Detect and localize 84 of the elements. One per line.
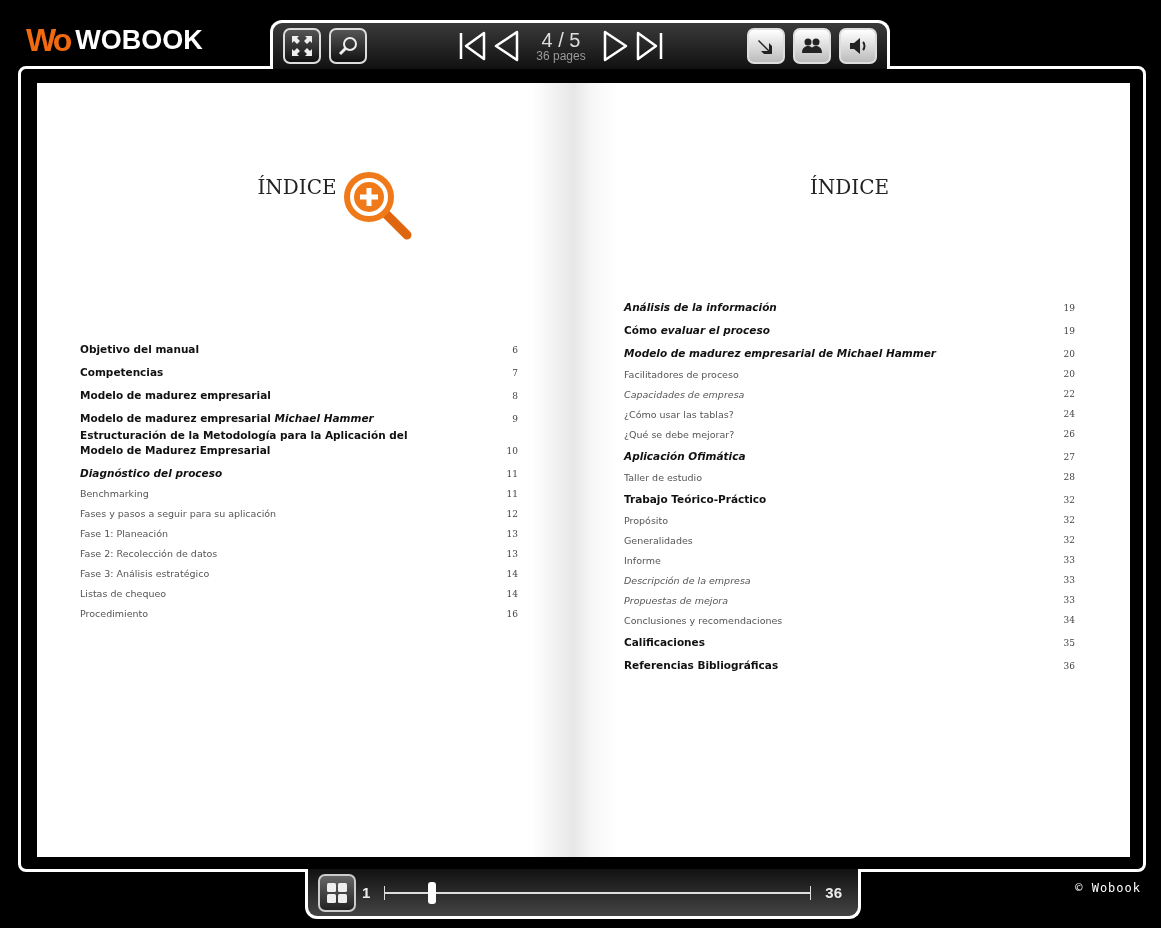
- page-indicator: 4 / 5: [541, 30, 581, 50]
- page-number: 19: [1062, 325, 1075, 338]
- toc-entry[interactable]: Referencias Bibliográficas: [624, 658, 779, 673]
- slider-thumb[interactable]: [428, 881, 437, 904]
- page-number: 11: [505, 467, 518, 481]
- toc-entry[interactable]: Fase 1: Planeación: [80, 527, 169, 541]
- page-number: 36: [1062, 660, 1075, 673]
- slider-max-label: 36: [825, 885, 842, 900]
- next-icon: [601, 29, 630, 63]
- zoom-in-icon[interactable]: [342, 171, 413, 241]
- page-number: 10: [505, 444, 518, 458]
- slider-min-label: 1: [362, 885, 371, 900]
- grid-icon: [326, 881, 348, 904]
- page-number: 8: [511, 390, 518, 403]
- page-number: 27: [1062, 451, 1075, 464]
- page-number: 33: [1062, 554, 1075, 567]
- page-number: 20: [1062, 348, 1075, 361]
- page-number: 13: [505, 547, 518, 561]
- page-number: 32: [1062, 514, 1075, 527]
- page-number: 32: [1062, 534, 1075, 547]
- page-number: 19: [1062, 302, 1075, 315]
- toc-entry[interactable]: Fases y pasos a seguir para su aplicación: [80, 507, 277, 521]
- toc-entry[interactable]: Competencias: [80, 365, 164, 380]
- toc-entry[interactable]: Fase 2: Recolección de datos: [80, 547, 218, 561]
- logo-mark: Wo: [26, 24, 70, 56]
- toc-entry[interactable]: Propósito: [624, 513, 669, 527]
- page-count: 36 pages: [536, 50, 586, 62]
- sound-button[interactable]: [839, 28, 877, 64]
- page-number: 9: [511, 413, 518, 426]
- toc-entry[interactable]: Modelo de madurez empresarial: [80, 388, 271, 403]
- toc-entry[interactable]: Fase 3: Análisis estratégico: [80, 567, 210, 581]
- search-button[interactable]: [329, 28, 367, 64]
- toc-entry[interactable]: Descripción de la empresa: [624, 573, 751, 587]
- toc-entry[interactable]: Modelo de madurez empresarial Michael Hammer: [80, 411, 374, 426]
- page-number: 12: [505, 507, 518, 521]
- search-icon: [336, 34, 360, 58]
- page-title: ÍNDICE: [257, 177, 337, 197]
- toc-entry[interactable]: Conclusiones y recomendaciones: [624, 613, 783, 627]
- page-number: 6: [511, 344, 518, 357]
- toc-entry[interactable]: Objetivo del manual: [80, 342, 200, 357]
- toc-entry[interactable]: Aplicación Ofimática: [624, 449, 746, 464]
- page-number: 35: [1062, 637, 1075, 650]
- page-number: 16: [505, 607, 518, 621]
- page-number: 32: [1062, 494, 1075, 507]
- share-button[interactable]: [747, 28, 785, 64]
- logo-text: WOBOOK: [75, 26, 203, 54]
- page-number: 13: [505, 527, 518, 541]
- page-number: 24: [1062, 408, 1075, 421]
- toc-entry[interactable]: ¿Qué se debe mejorar?: [624, 427, 735, 441]
- page-number: 11: [505, 487, 518, 501]
- users-button[interactable]: [793, 28, 831, 64]
- toc-entry[interactable]: Diagnóstico del proceso: [80, 465, 223, 481]
- page-number: 14: [505, 587, 518, 601]
- toc-entry[interactable]: Facilitadores de proceso: [624, 367, 739, 381]
- toc-entry[interactable]: Modelo de madurez empresarial de Michael Hammer: [624, 346, 937, 361]
- toc-entry[interactable]: Calificaciones: [624, 635, 705, 650]
- page-number: 22: [1062, 388, 1075, 401]
- toc-entry[interactable]: Propuestas de mejora: [624, 593, 728, 607]
- previous-icon: [492, 29, 521, 63]
- toc-entry[interactable]: Capacidades de empresa: [624, 387, 745, 401]
- toc-entry[interactable]: Informe: [624, 553, 661, 567]
- fullscreen-button[interactable]: [283, 28, 321, 64]
- page-number: 34: [1062, 614, 1075, 627]
- toc-entry[interactable]: Trabajo Teórico-Práctico: [624, 492, 767, 507]
- toc-entry[interactable]: ¿Cómo usar las tablas?: [624, 407, 734, 421]
- page-number: 33: [1062, 594, 1075, 607]
- toc-entry[interactable]: Benchmarking: [80, 487, 149, 501]
- page-number: 26: [1062, 428, 1075, 441]
- page-number: 20: [1062, 368, 1075, 381]
- toc-entry[interactable]: Taller de estudio: [624, 470, 703, 484]
- toc-entry[interactable]: Generalidades: [624, 533, 693, 547]
- toc-entry[interactable]: Cómo evaluar el proceso: [624, 323, 770, 338]
- toc-entry[interactable]: Análisis de la información: [624, 300, 777, 315]
- page-number: 33: [1062, 574, 1075, 587]
- fullscreen-icon: [289, 33, 315, 59]
- toc-entry[interactable]: Procedimiento: [80, 607, 149, 621]
- page-number: 14: [505, 567, 518, 581]
- toc-entry[interactable]: Listas de chequeo: [80, 587, 167, 601]
- page-number: 28: [1062, 471, 1075, 484]
- toc-entry[interactable]: Estructuración de la Metodología para la Aplicación del Modelo de Madurez Empresarial: [80, 428, 440, 458]
- page-number: 7: [511, 367, 518, 380]
- copyright: © Wobook: [1075, 882, 1141, 894]
- thumbnails-button[interactable]: [318, 873, 356, 912]
- page-title: ÍNDICE: [809, 177, 890, 197]
